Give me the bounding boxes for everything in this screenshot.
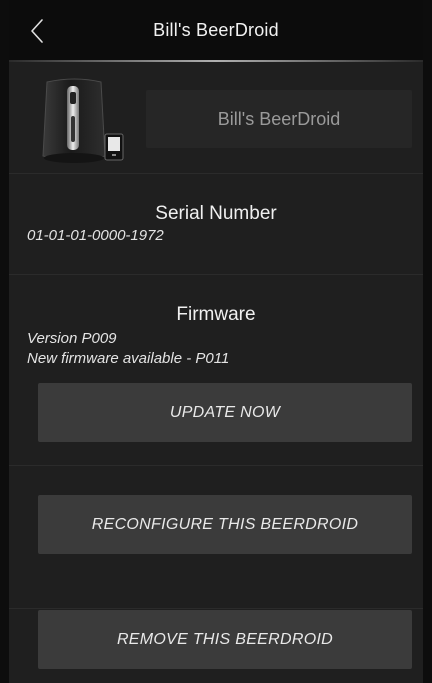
reconfigure-button[interactable]: RECONFIGURE THIS BEERDROID [38,495,412,554]
update-now-button[interactable]: UPDATE NOW [38,383,412,442]
device-row: Bill's BeerDroid [9,62,423,174]
firmware-section: Firmware Version P009 New firmware avail… [9,276,423,466]
firmware-version: Version P009 [27,330,117,347]
page-title: Bill's BeerDroid [153,20,279,40]
remove-button[interactable]: REMOVE THIS BEERDROID [38,610,412,669]
firmware-heading: Firmware [176,304,256,325]
reconfigure-section: RECONFIGURE THIS BEERDROID [9,467,423,609]
firmware-available-notice: New firmware available - P011 [27,350,230,367]
remove-section: REMOVE THIS BEERDROID [9,610,423,683]
device-name-field[interactable]: Bill's BeerDroid [146,90,412,148]
beerdroid-device-image [35,76,135,166]
serial-heading: Serial Number [155,203,277,224]
serial-section: Serial Number 01-01-01-0000-1972 [9,175,423,275]
serial-value: 01-01-01-0000-1972 [27,227,164,244]
settings-screen: Bill's BeerDroid Bill's BeerDroid Serial… [9,0,423,683]
header-bar: Bill's BeerDroid [9,0,423,62]
